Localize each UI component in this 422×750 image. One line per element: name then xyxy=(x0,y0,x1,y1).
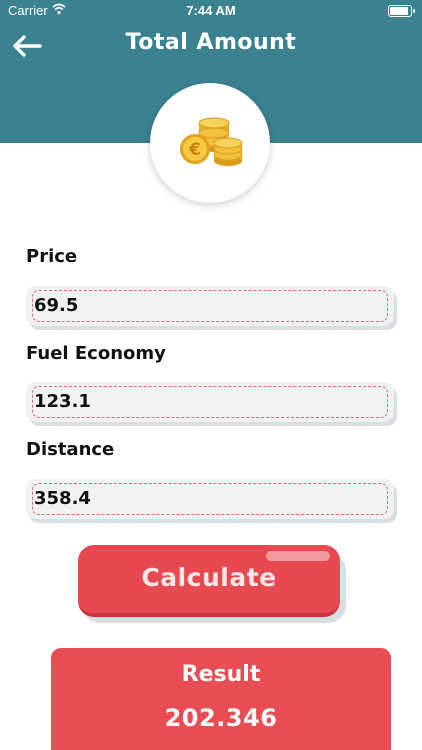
battery-icon xyxy=(388,5,415,17)
status-bar: Carrier 7:44 AM xyxy=(0,0,422,22)
price-input[interactable] xyxy=(34,291,374,319)
calculate-button[interactable]: Calculate xyxy=(78,545,346,623)
fuel-economy-label: Fuel Economy xyxy=(26,343,166,364)
price-label: Price xyxy=(26,246,78,267)
svg-text:€: € xyxy=(188,140,201,160)
distance-field[interactable] xyxy=(26,479,394,519)
distance-input[interactable] xyxy=(34,484,374,512)
status-time: 7:44 AM xyxy=(186,3,236,18)
page-title: Total Amount xyxy=(125,30,297,55)
price-field[interactable] xyxy=(26,286,394,326)
coins-badge: € xyxy=(150,83,270,203)
result-value: 202.346 xyxy=(164,704,278,732)
distance-label: Distance xyxy=(26,439,115,460)
result-label: Result xyxy=(181,662,261,687)
result-panel: Result 202.346 xyxy=(51,648,391,750)
calculate-button-label: Calculate xyxy=(141,563,277,592)
fuel-economy-input[interactable] xyxy=(34,387,374,415)
fuel-economy-field[interactable] xyxy=(26,382,394,422)
coins-euro-icon: € xyxy=(180,117,243,166)
